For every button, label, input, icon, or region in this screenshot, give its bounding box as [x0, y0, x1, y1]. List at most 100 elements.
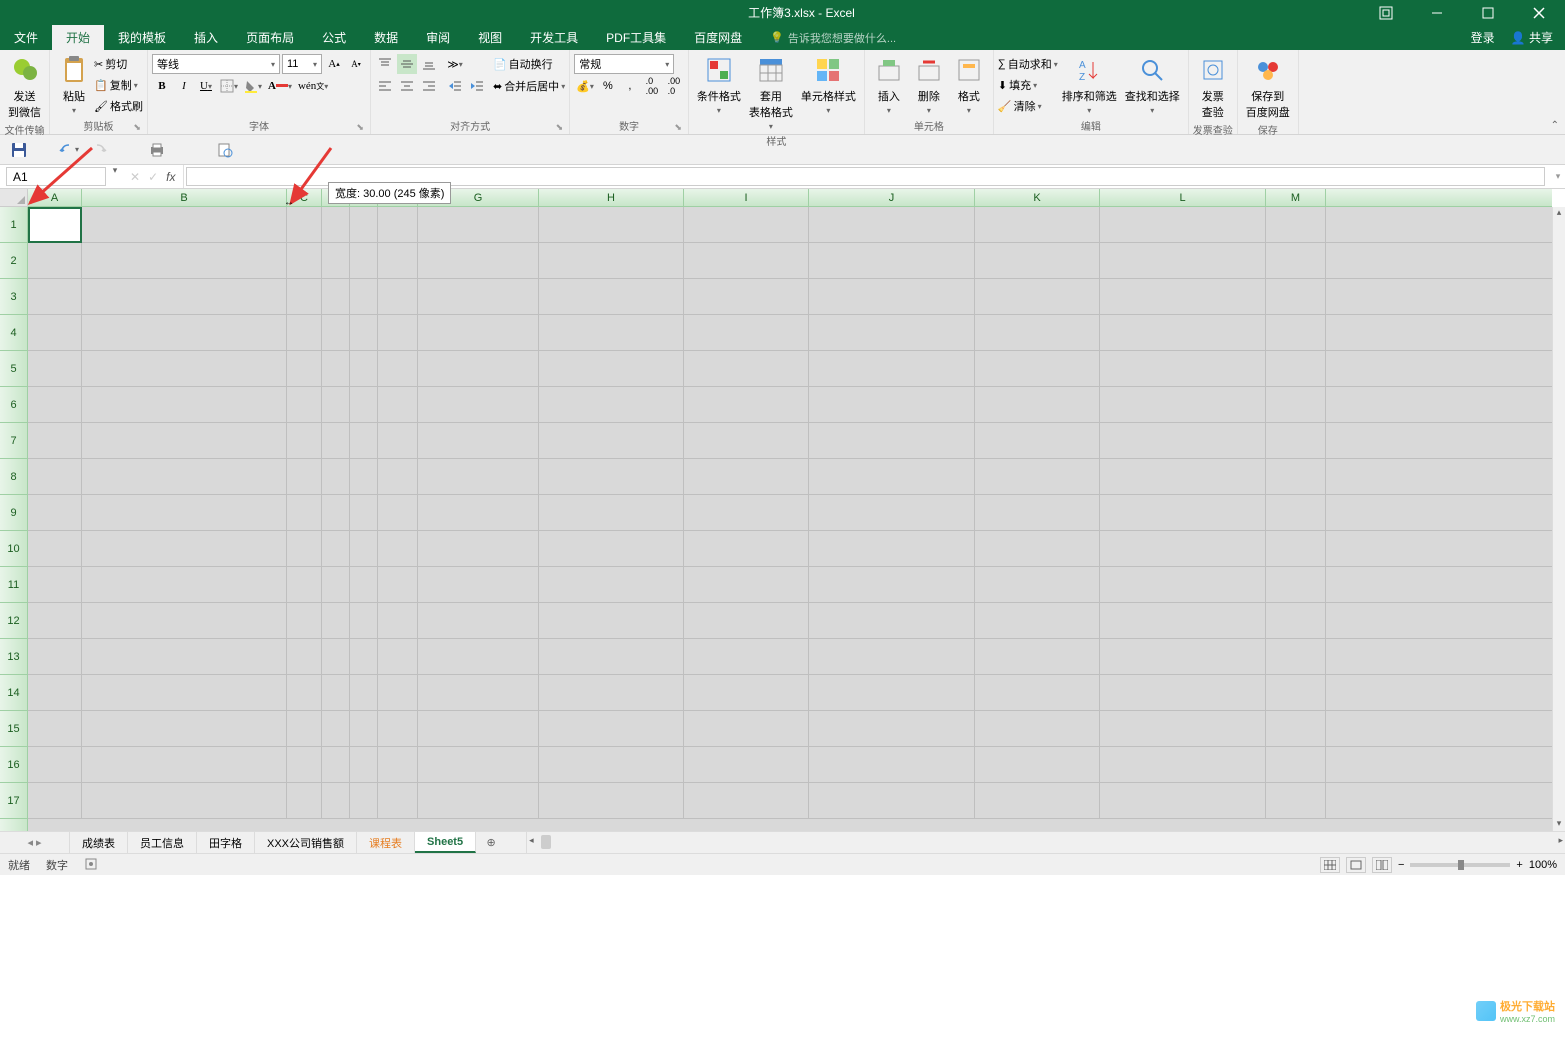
- row-header[interactable]: 8: [0, 459, 27, 495]
- cell[interactable]: [378, 279, 418, 314]
- cell[interactable]: [287, 531, 322, 566]
- cell[interactable]: [418, 747, 539, 782]
- row-header[interactable]: 10: [0, 531, 27, 567]
- minimize-button[interactable]: [1414, 0, 1459, 25]
- cell[interactable]: [82, 783, 287, 818]
- cell[interactable]: [684, 423, 809, 458]
- cell[interactable]: [809, 387, 975, 422]
- cell[interactable]: [350, 567, 378, 602]
- cell[interactable]: [684, 711, 809, 746]
- cell[interactable]: [287, 315, 322, 350]
- cell[interactable]: [28, 531, 82, 566]
- cell[interactable]: [539, 351, 684, 386]
- cell[interactable]: [418, 207, 539, 242]
- cell[interactable]: [539, 387, 684, 422]
- cell[interactable]: [684, 639, 809, 674]
- cell[interactable]: [1266, 639, 1326, 674]
- cell[interactable]: [287, 279, 322, 314]
- cell[interactable]: [287, 639, 322, 674]
- cell[interactable]: [82, 603, 287, 638]
- sheet-tab-6[interactable]: Sheet5: [415, 832, 476, 853]
- tab-view[interactable]: 视图: [464, 25, 516, 50]
- format-as-table-button[interactable]: 套用 表格格式▾: [745, 52, 797, 133]
- insert-cells-button[interactable]: 插入▾: [869, 52, 909, 117]
- cell[interactable]: [82, 423, 287, 458]
- row-header[interactable]: 7: [0, 423, 27, 459]
- zoom-in-button[interactable]: +: [1516, 859, 1522, 871]
- cell-styles-button[interactable]: 单元格样式▾: [797, 52, 860, 117]
- cell[interactable]: [28, 423, 82, 458]
- font-size-select[interactable]: 11▾: [282, 54, 322, 74]
- cell[interactable]: [1100, 459, 1266, 494]
- font-color-button[interactable]: A▾: [266, 76, 294, 96]
- clear-button[interactable]: 🧹清除▾: [998, 96, 1058, 116]
- cell[interactable]: [539, 567, 684, 602]
- launcher-icon[interactable]: ⬊: [556, 122, 564, 133]
- ribbon-hint-icon[interactable]: [1363, 0, 1408, 25]
- send-to-wechat-button[interactable]: 发送 到微信: [4, 52, 45, 122]
- cell[interactable]: [684, 531, 809, 566]
- cell[interactable]: [1266, 243, 1326, 278]
- cell[interactable]: [418, 495, 539, 530]
- row-header[interactable]: 2: [0, 243, 27, 279]
- invoice-check-button[interactable]: 发票 查验: [1193, 52, 1233, 122]
- cell[interactable]: [82, 279, 287, 314]
- row-header[interactable]: 11: [0, 567, 27, 603]
- fx-icon[interactable]: fx: [166, 170, 175, 184]
- share-button[interactable]: 👤 共享: [1511, 29, 1553, 46]
- font-name-select[interactable]: 等线▾: [152, 54, 280, 74]
- cell[interactable]: [82, 639, 287, 674]
- cell[interactable]: [975, 387, 1100, 422]
- cell[interactable]: [28, 351, 82, 386]
- align-center-button[interactable]: [397, 76, 417, 96]
- cell[interactable]: [1266, 351, 1326, 386]
- cell[interactable]: [322, 747, 350, 782]
- page-layout-view-button[interactable]: [1346, 857, 1366, 873]
- phonetic-button[interactable]: wén文▾: [296, 76, 330, 96]
- scroll-down-icon[interactable]: ▾: [1553, 818, 1565, 831]
- cell[interactable]: [378, 387, 418, 422]
- row-header[interactable]: 13: [0, 639, 27, 675]
- tab-file[interactable]: 文件: [0, 25, 52, 50]
- name-box-dropdown[interactable]: ▾: [108, 165, 122, 188]
- cell[interactable]: [975, 603, 1100, 638]
- cell[interactable]: [350, 531, 378, 566]
- cell[interactable]: [1100, 783, 1266, 818]
- cell[interactable]: [809, 459, 975, 494]
- cell[interactable]: [322, 243, 350, 278]
- cell[interactable]: [684, 279, 809, 314]
- expand-formula-bar[interactable]: ▾: [1551, 165, 1565, 188]
- cell[interactable]: [322, 567, 350, 602]
- cell[interactable]: [1100, 243, 1266, 278]
- cell[interactable]: [82, 387, 287, 422]
- cell[interactable]: [684, 243, 809, 278]
- sheet-nav[interactable]: ◂ ▸: [0, 832, 70, 853]
- horizontal-scrollbar[interactable]: ◂ ▸: [526, 832, 1565, 853]
- align-top-button[interactable]: [375, 54, 395, 74]
- sheet-tab-5[interactable]: 课程表: [357, 832, 415, 853]
- cell[interactable]: [418, 279, 539, 314]
- format-painter-button[interactable]: 🖌格式刷: [94, 96, 143, 116]
- increase-font-button[interactable]: A▴: [324, 54, 344, 74]
- row-header[interactable]: 16: [0, 747, 27, 783]
- cell[interactable]: [1266, 603, 1326, 638]
- cell[interactable]: [287, 783, 322, 818]
- underline-button[interactable]: U▾: [196, 76, 216, 96]
- cell[interactable]: [322, 711, 350, 746]
- cell[interactable]: [378, 603, 418, 638]
- cell[interactable]: [418, 711, 539, 746]
- cell[interactable]: [539, 207, 684, 242]
- normal-view-button[interactable]: [1320, 857, 1340, 873]
- cell[interactable]: [975, 279, 1100, 314]
- fill-button[interactable]: ⬇填充▾: [998, 75, 1058, 95]
- cell[interactable]: [1266, 495, 1326, 530]
- cell[interactable]: [1100, 423, 1266, 458]
- scroll-up-icon[interactable]: ▴: [1553, 207, 1565, 220]
- cell[interactable]: [82, 531, 287, 566]
- cell[interactable]: [539, 423, 684, 458]
- tell-me-search[interactable]: 💡 告诉我您想要做什么...: [770, 30, 896, 46]
- cell[interactable]: [28, 783, 82, 818]
- cell[interactable]: [975, 207, 1100, 242]
- cell[interactable]: [975, 459, 1100, 494]
- find-select-button[interactable]: 查找和选择▾: [1121, 52, 1184, 117]
